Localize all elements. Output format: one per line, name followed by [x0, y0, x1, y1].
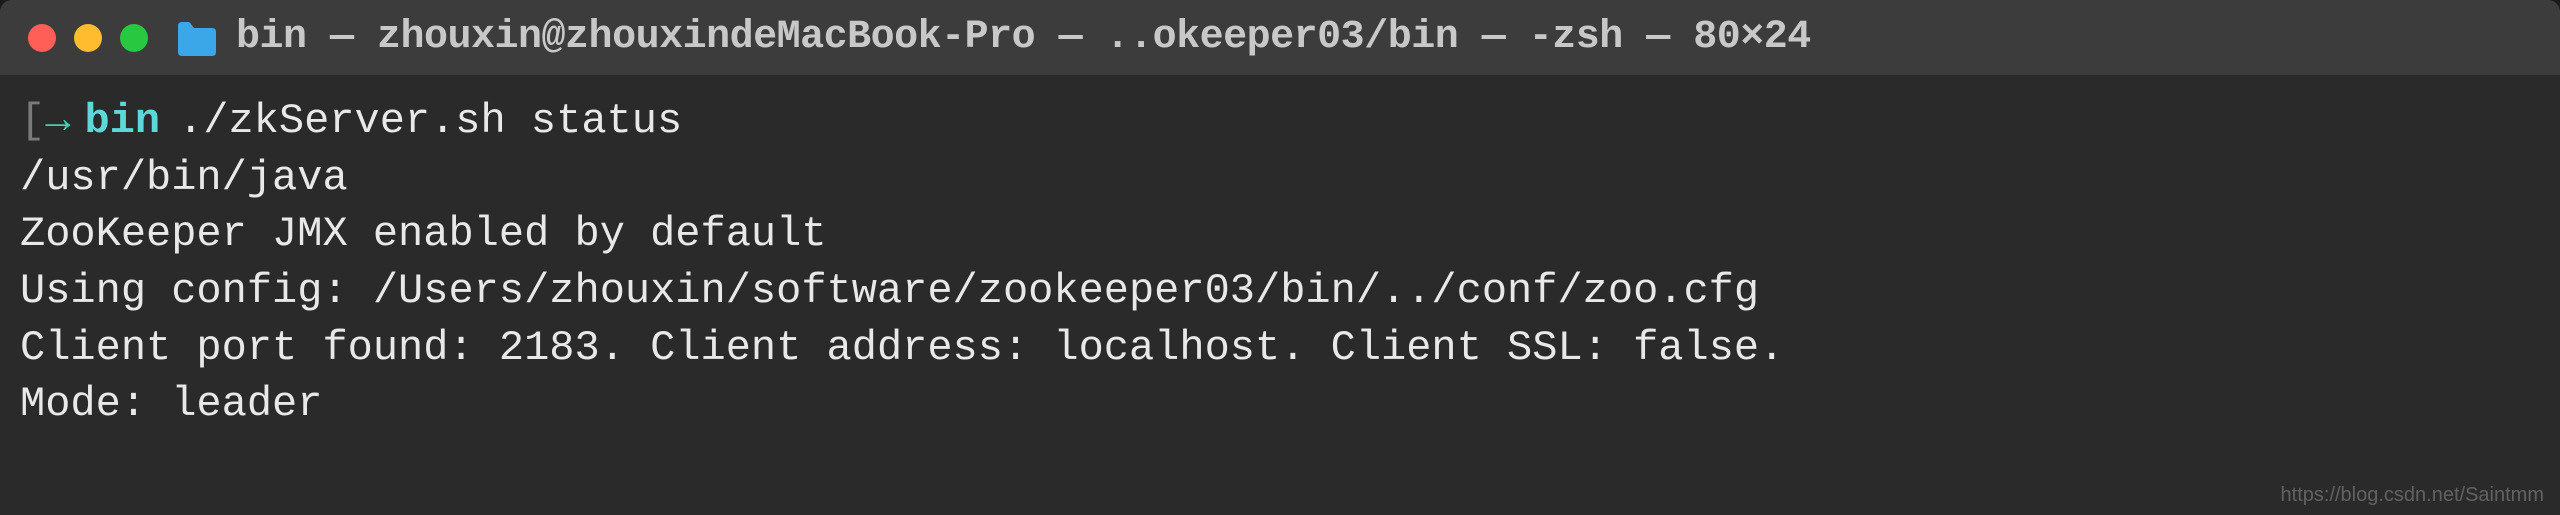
- output-line: Using config: /Users/zhouxin/software/zo…: [20, 263, 2540, 320]
- prompt-line: [ → bin ./zkServer.sh status: [20, 93, 2540, 150]
- folder-icon: [176, 20, 218, 56]
- terminal-content[interactable]: [ → bin ./zkServer.sh status /usr/bin/ja…: [0, 75, 2560, 451]
- output-line: /usr/bin/java: [20, 150, 2540, 207]
- close-button[interactable]: [28, 24, 56, 52]
- prompt-dir: bin: [84, 93, 160, 150]
- output-line: Client port found: 2183. Client address:…: [20, 320, 2540, 377]
- output-line: ZooKeeper JMX enabled by default: [20, 206, 2540, 263]
- maximize-button[interactable]: [120, 24, 148, 52]
- titlebar: bin — zhouxin@zhouxindeMacBook-Pro — ..o…: [0, 0, 2560, 75]
- watermark: https://blog.csdn.net/Saintmm: [2281, 484, 2544, 507]
- terminal-window: bin — zhouxin@zhouxindeMacBook-Pro — ..o…: [0, 0, 2560, 515]
- output-line: Mode: leader: [20, 376, 2540, 433]
- prompt-command: ./zkServer.sh status: [178, 93, 682, 150]
- minimize-button[interactable]: [74, 24, 102, 52]
- prompt-arrow: →: [45, 93, 70, 150]
- traffic-lights: [28, 24, 148, 52]
- window-title: bin — zhouxin@zhouxindeMacBook-Pro — ..o…: [236, 15, 1811, 60]
- bracket-open: [: [20, 93, 45, 150]
